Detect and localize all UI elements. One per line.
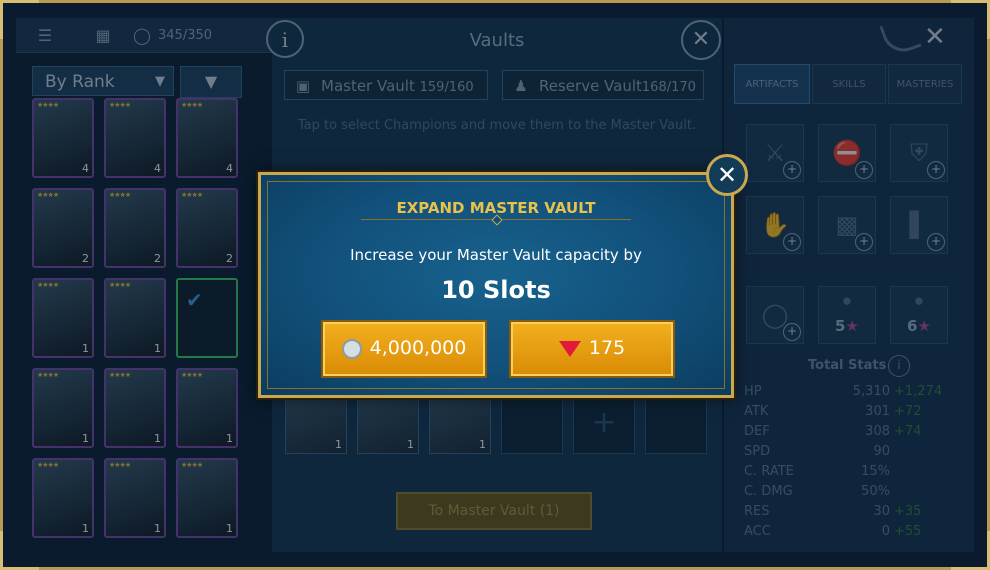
silver-coin-icon [341, 338, 362, 359]
silver-price: 4,000,000 [369, 337, 467, 359]
ruby-gem-icon [558, 340, 581, 357]
frame-corner [951, 531, 990, 570]
buy-with-silver-button[interactable]: 4,000,000 [321, 320, 487, 378]
frame-corner [951, 0, 990, 39]
frame-corner [0, 531, 39, 570]
slot-amount: 10 Slots [441, 276, 551, 304]
dialog-description: Increase your Master Vault capacity by [350, 246, 642, 264]
buy-with-rubies-button[interactable]: 175 [509, 320, 675, 378]
dialog-close-button[interactable]: ✕ [706, 154, 748, 196]
expand-vault-dialog: EXPAND MASTER VAULT Increase your Master… [258, 172, 734, 398]
ruby-price: 175 [588, 337, 626, 359]
frame-corner [0, 0, 39, 39]
